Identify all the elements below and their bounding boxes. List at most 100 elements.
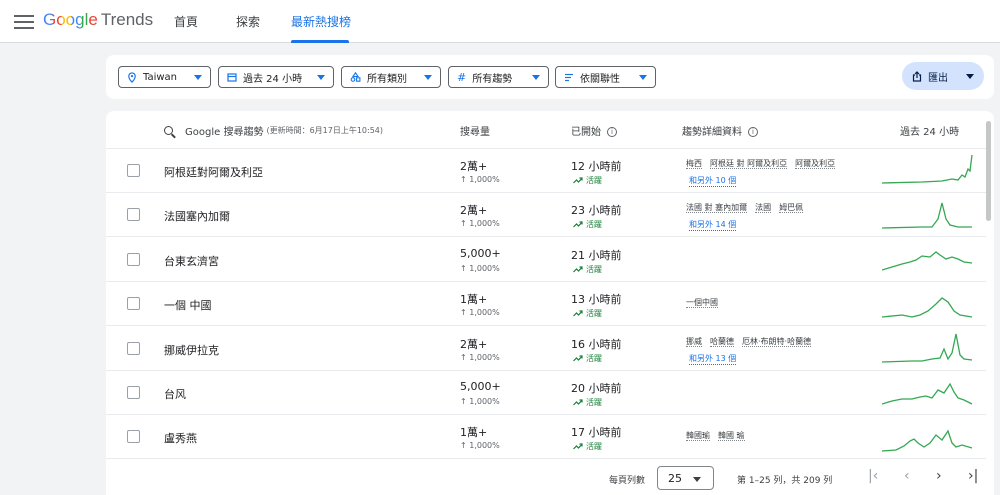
started-time: 16 小時前: [571, 337, 622, 351]
status-badge: 活躍: [573, 219, 602, 230]
row-checkbox[interactable]: [127, 164, 140, 177]
top-app-bar: Google Trends 首頁 探索 最新熱搜榜: [0, 0, 1000, 43]
status-badge: 活躍: [573, 175, 602, 186]
chevron-down-icon: [966, 73, 974, 79]
table-row[interactable]: 挪威伊拉克 2萬+ ↑ 1,000% 16 小時前 活躍 挪威 哈蘭德 厄林·布朗特·哈蘭德和…: [106, 327, 986, 371]
started-time: 20 小時前: [571, 382, 622, 395]
related-query-chip[interactable]: 挪威: [686, 336, 702, 347]
related-query-chip[interactable]: 韓國 瑜: [718, 431, 745, 442]
volume-header[interactable]: 搜尋量: [460, 123, 490, 138]
status-label: 活躍: [586, 442, 602, 452]
chevron-down-icon: [639, 74, 647, 80]
related-query-chip[interactable]: 法國 對 塞內加爾: [686, 203, 748, 214]
trend-type-filter[interactable]: # 所有趨勢: [448, 66, 549, 88]
related-query-chip[interactable]: 梅西: [686, 159, 702, 169]
info-icon[interactable]: i: [748, 127, 758, 137]
first-page-icon[interactable]: |‹: [868, 468, 878, 484]
more-queries-link[interactable]: 和另外 13 個: [689, 353, 737, 365]
related-query-chip[interactable]: 阿爾及利亞: [795, 159, 836, 169]
table-row[interactable]: 阿根廷對阿爾及利亞 2萬+ ↑ 1,000% 12 小時前 活躍 梅西 阿根廷 對 阿爾及利…: [106, 149, 986, 193]
search-icon: [164, 126, 173, 135]
volume-change: ↑ 1,000%: [460, 219, 500, 229]
tab-trending-now[interactable]: 最新熱搜榜: [291, 13, 351, 30]
category-icon: [350, 72, 361, 82]
status-label: 活躍: [586, 309, 602, 319]
previous-page-icon[interactable]: ‹: [904, 468, 910, 484]
status-badge: 活躍: [573, 441, 602, 452]
search-volume: 1萬+: [460, 426, 488, 440]
volume-change: ↑ 1,000%: [460, 175, 500, 184]
trend-term[interactable]: 台東玄濟宮: [164, 253, 219, 269]
row-checkbox[interactable]: [127, 208, 140, 222]
row-checkbox[interactable]: [127, 430, 140, 444]
related-query-chip[interactable]: 一個中國: [686, 298, 718, 309]
related-query-chip[interactable]: 姆巴佩: [779, 203, 804, 214]
status-label: 活躍: [586, 220, 602, 230]
row-checkbox[interactable]: [127, 252, 140, 266]
breakdown-header: 趨勢詳細資料 i: [682, 123, 758, 138]
related-query-chip[interactable]: 阿根廷 對 阿爾及利亞: [710, 159, 788, 169]
related-queries: 挪威 哈蘭德 厄林·布朗特·哈蘭德: [686, 336, 819, 347]
table-row[interactable]: 一個 中國 1萬+ ↑ 1,000% 13 小時前 活躍 一個中國: [106, 282, 986, 327]
tab-explore[interactable]: 探索: [236, 13, 260, 30]
trending-up-icon: [573, 177, 583, 184]
sparkline: [882, 297, 973, 318]
location-filter[interactable]: Taiwan: [118, 66, 211, 88]
volume-change: ↑ 1,000%: [460, 263, 500, 273]
sparkline: [882, 333, 973, 363]
status-badge: 活躍: [573, 353, 602, 364]
google-trends-logo[interactable]: Google Trends: [43, 10, 153, 30]
row-checkbox[interactable]: [127, 297, 140, 311]
volume-change: ↑ 1,000%: [460, 397, 500, 406]
table-row[interactable]: 法國塞內加爾 2萬+ ↑ 1,000% 23 小時前 活躍 法國 對 塞內加爾 法國 姆巴佩和…: [106, 193, 986, 238]
rows-per-page-select[interactable]: 25: [657, 466, 714, 490]
trending-up-icon: [573, 310, 583, 317]
trend-type-filter-label: 所有趨勢: [472, 73, 513, 85]
scrollbar[interactable]: [986, 121, 991, 221]
trend-term[interactable]: 一個 中國: [164, 297, 212, 313]
more-queries-link[interactable]: 和另外 14 個: [689, 219, 737, 232]
sparkline: [882, 382, 973, 405]
search-volume: 2萬+: [460, 337, 488, 351]
last-page-icon[interactable]: ›|: [968, 468, 978, 484]
table-row[interactable]: 盧秀燕 1萬+ ↑ 1,000% 17 小時前 活躍 韓國瑜 韓國 瑜: [106, 415, 986, 460]
info-icon[interactable]: i: [607, 127, 617, 137]
related-query-chip[interactable]: 韓國瑜: [686, 431, 710, 442]
table-row[interactable]: 台风 5,000+ ↑ 1,000% 20 小時前 活躍: [106, 371, 986, 415]
trend-term[interactable]: 阿根廷對阿爾及利亞: [164, 164, 263, 180]
trend-term[interactable]: 台风: [164, 386, 186, 402]
status-badge: 活躍: [573, 397, 602, 408]
next-page-icon[interactable]: ›: [936, 468, 942, 484]
tab-home[interactable]: 首頁: [174, 13, 198, 30]
related-query-chip[interactable]: 哈蘭德: [710, 336, 734, 347]
sort-filter[interactable]: 依關聯性: [555, 66, 656, 88]
row-checkbox[interactable]: [127, 341, 140, 355]
related-query-chip[interactable]: 法國: [755, 203, 772, 214]
menu-icon[interactable]: [14, 12, 34, 30]
volume-change: ↑ 1,000%: [460, 441, 500, 451]
export-button[interactable]: 匯出: [902, 62, 984, 90]
trends-logo-text: Trends: [100, 10, 154, 29]
related-query-chip[interactable]: 厄林·布朗特·哈蘭德: [742, 336, 812, 347]
trends-table: Google 搜尋趨勢 (更新時間：6月17日上午10:54) 搜尋量 已開始 i…: [106, 111, 994, 495]
time-filter[interactable]: 過去 24 小時: [218, 66, 334, 88]
calendar-icon: [227, 73, 237, 82]
trend-term[interactable]: 法國塞內加爾: [164, 208, 230, 224]
search-trends-header: Google 搜尋趨勢 (更新時間：6月17日上午10:54): [164, 123, 383, 138]
started-header[interactable]: 已開始 i: [571, 123, 617, 138]
started-time: 23 小時前: [571, 204, 622, 218]
started-time: 12 小時前: [571, 160, 622, 173]
volume-change: ↑ 1,000%: [460, 352, 500, 362]
time-filter-label: 過去 24 小時: [243, 73, 303, 85]
chevron-down-icon: [532, 74, 540, 80]
trend-term[interactable]: 盧秀燕: [164, 430, 197, 446]
more-queries-link[interactable]: 和另外 10 個: [689, 175, 737, 187]
chevron-down-icon: [693, 477, 701, 482]
trend-term[interactable]: 挪威伊拉克: [164, 342, 219, 358]
started-time: 21 小時前: [571, 248, 622, 262]
row-checkbox[interactable]: [127, 386, 140, 399]
table-row[interactable]: 台東玄濟宮 5,000+ ↑ 1,000% 21 小時前 活躍: [106, 238, 986, 282]
hashtag-icon: #: [457, 70, 467, 84]
category-filter[interactable]: 所有類別: [341, 66, 441, 88]
search-volume: 5,000+: [460, 246, 501, 260]
